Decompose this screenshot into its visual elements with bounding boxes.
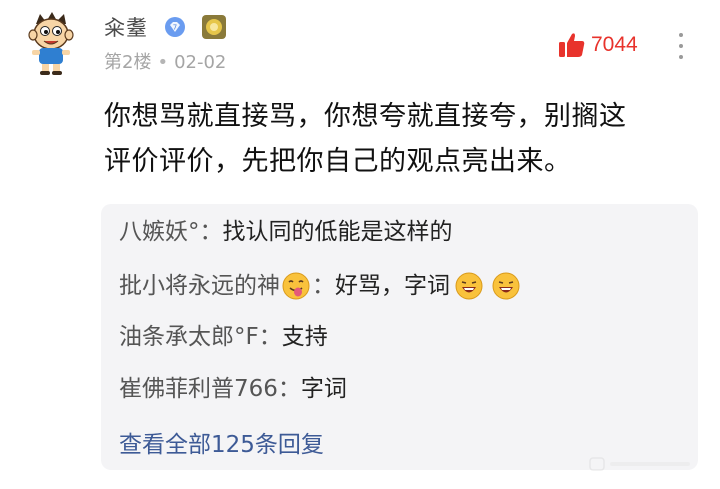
comment-line: 你想骂就直接骂，你想夸就直接夸，别搁这	[104, 101, 627, 132]
like-button[interactable]: 7044	[557, 28, 638, 62]
watermark-icon	[589, 457, 690, 471]
reply-separator: ：	[277, 376, 301, 402]
thumbs-up-icon	[559, 33, 585, 57]
separator-dot: •	[157, 52, 169, 73]
username[interactable]: 籴耋	[104, 12, 148, 42]
post-date: 02-02	[174, 52, 227, 73]
comment-text: 你想骂就直接骂，你想夸就直接夸，别搁这 评价评价，先把你自己的观点亮出来。	[104, 94, 700, 184]
replies-box[interactable]: 八嫉妖°：找认同的低能是这样的 批小将永远的神 ：好骂，字词 油条承太郎°F ：…	[101, 204, 698, 470]
reply-separator: ：	[199, 219, 223, 245]
grinning-emoji-icon	[455, 272, 483, 300]
reply-item[interactable]: 油条承太郎°F：支持	[119, 322, 328, 352]
reply-item[interactable]: 批小将永远的神 ：好骂，字词	[119, 271, 522, 301]
reply-author[interactable]: 油条承太郎°F	[119, 322, 259, 352]
reply-item[interactable]: 八嫉妖°：找认同的低能是这样的	[119, 217, 453, 247]
reply-text: 支持	[281, 324, 328, 350]
reply-author[interactable]: 八嫉妖°	[119, 217, 200, 247]
post-meta: 第2楼 • 02-02	[104, 48, 226, 74]
reply-text: 字词	[300, 376, 347, 402]
reply-item[interactable]: 崔佛菲利普766：字词	[119, 374, 347, 404]
like-count: 7044	[591, 33, 638, 56]
reply-separator: ：	[258, 324, 282, 350]
tongue-out-emoji-icon	[282, 272, 310, 300]
reply-author[interactable]: 崔佛菲利普766	[119, 374, 278, 404]
comment-card: 籴耋 7 第2楼 • 02-02 7044 你想骂就直接骂，你想夸就直接夸，别搁这 …	[0, 0, 720, 489]
reply-separator: ：	[312, 273, 335, 299]
more-options-icon[interactable]	[676, 30, 686, 62]
view-all-replies-link[interactable]: 查看全部125条回复	[119, 425, 324, 459]
user-avatar-icon[interactable]	[22, 10, 82, 76]
svg-text:7: 7	[173, 24, 177, 32]
reply-text: 找认同的低能是这样的	[222, 219, 453, 245]
reply-text: 好骂，字词	[335, 273, 450, 299]
verified-diamond-icon: 7	[165, 17, 185, 37]
comment-line: 评价评价，先把你自己的观点亮出来。	[104, 146, 572, 177]
floor-number: 第2楼	[104, 52, 152, 73]
reply-author[interactable]: 批小将永远的神	[119, 271, 280, 301]
level-badge-icon	[202, 15, 226, 39]
grinning-emoji-icon	[492, 272, 520, 300]
